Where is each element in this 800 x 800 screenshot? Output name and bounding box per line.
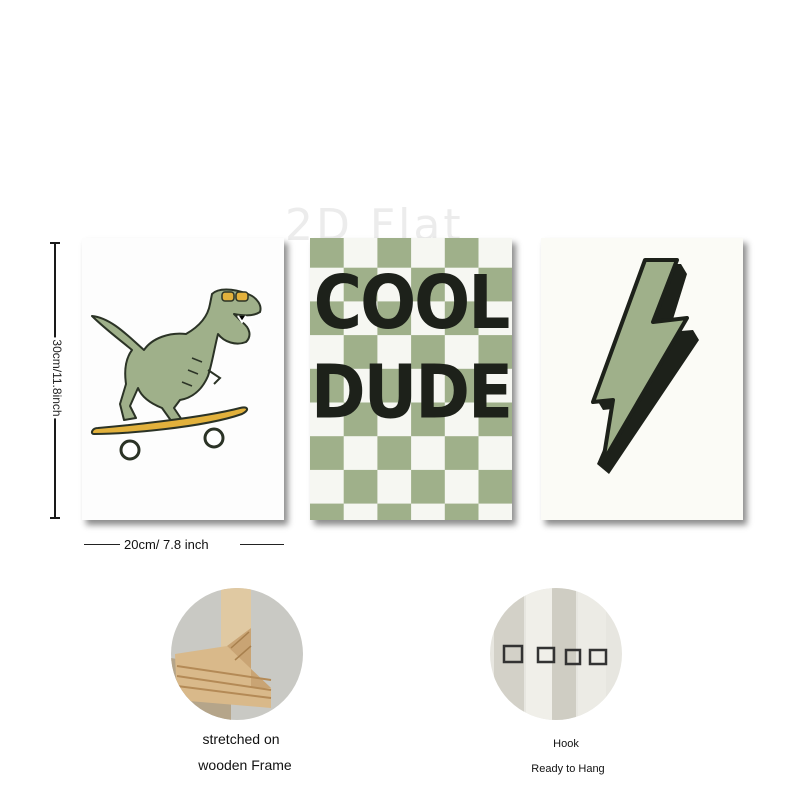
checker-square bbox=[478, 469, 512, 505]
width-dimension-label: 20cm/ 7.8 inch bbox=[124, 537, 209, 552]
print-lightning-bolt bbox=[541, 238, 743, 520]
checker-square bbox=[343, 469, 378, 505]
checker-square bbox=[411, 436, 446, 471]
height-dimension-tick-top bbox=[50, 242, 60, 244]
checker-square bbox=[310, 436, 345, 471]
frame-caption-line2: wooden Frame bbox=[198, 757, 292, 773]
checker-square bbox=[377, 503, 412, 520]
checker-square bbox=[444, 469, 479, 505]
hook-photo bbox=[490, 588, 622, 720]
checker-square bbox=[377, 436, 412, 471]
checker-square bbox=[411, 469, 446, 505]
hook-caption-line1: Hook bbox=[553, 738, 579, 750]
wooden-frame-photo bbox=[171, 588, 303, 720]
print-dinosaur-skateboard bbox=[82, 238, 284, 520]
width-dimension-line-left bbox=[84, 544, 120, 545]
checker-square bbox=[377, 469, 412, 505]
dude-text: DUDE bbox=[310, 349, 512, 436]
checker-square bbox=[411, 503, 446, 520]
checker-square bbox=[310, 469, 345, 505]
checker-square bbox=[444, 503, 479, 520]
checker-square bbox=[343, 503, 378, 520]
cool-text: COOL bbox=[313, 259, 511, 346]
frame-caption-line1: stretched on bbox=[202, 731, 280, 747]
checker-square bbox=[310, 503, 345, 520]
dinosaur-on-skateboard-icon bbox=[90, 288, 262, 461]
hook-caption-line2: Ready to Hang bbox=[531, 763, 605, 775]
print-cool-dude: COOL DUDE bbox=[310, 238, 512, 520]
checker-square bbox=[444, 436, 479, 471]
lightning-bolt-icon bbox=[591, 258, 699, 474]
checker-square bbox=[478, 436, 512, 471]
height-dimension-label: 30cm/11.8inch bbox=[50, 337, 64, 419]
checker-square bbox=[343, 436, 378, 471]
width-dimension-line-right bbox=[240, 544, 284, 545]
height-dimension-tick-bottom bbox=[50, 517, 60, 519]
checker-square bbox=[478, 503, 512, 520]
